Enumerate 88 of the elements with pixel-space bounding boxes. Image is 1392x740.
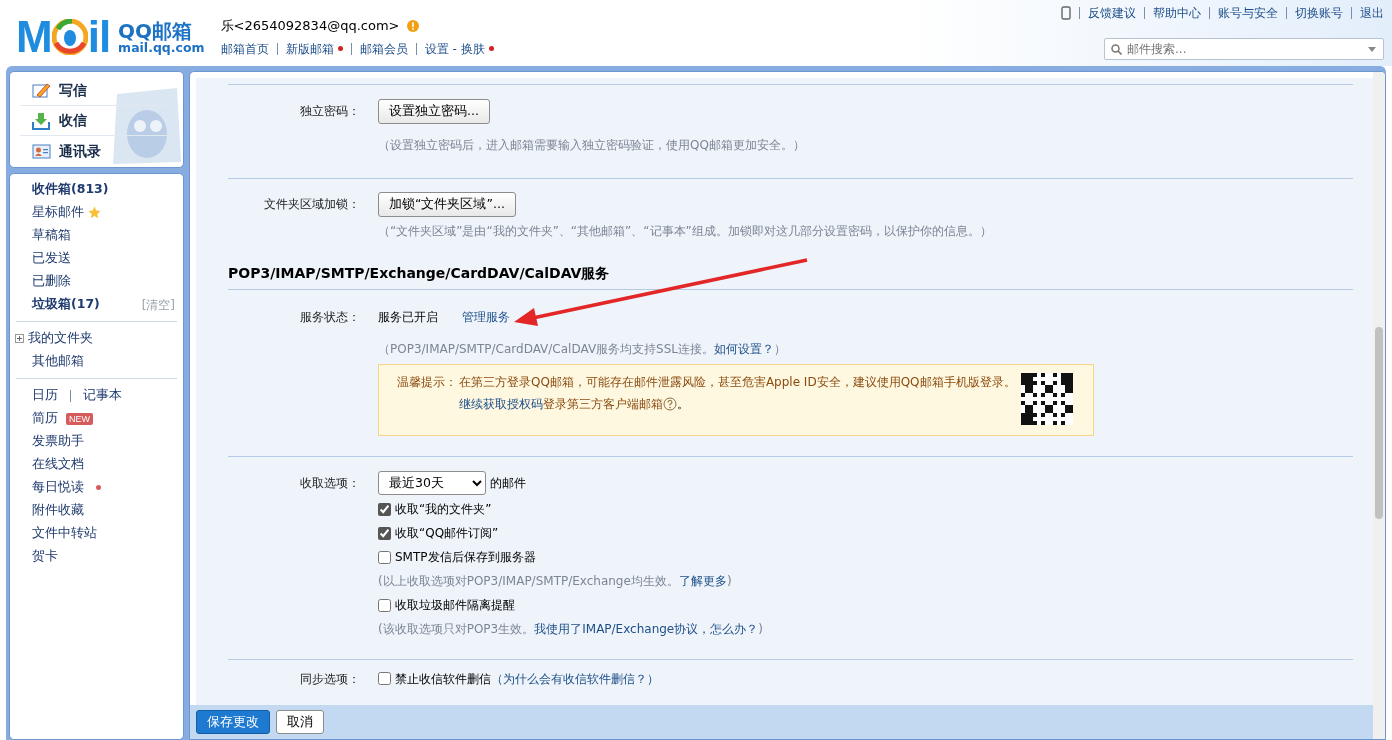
hint-text: (该收取选项只对POP3生效。我使用了IMAP/Exchange协议，怎么办？) xyxy=(378,621,763,638)
period-select[interactable]: 最近30天 xyxy=(378,470,486,495)
folder-link[interactable]: 附件收藏 xyxy=(32,501,84,520)
help-icon[interactable] xyxy=(663,396,677,411)
cancel-button[interactable]: 取消 xyxy=(276,709,324,735)
sidebar-action[interactable]: 收信 xyxy=(20,106,173,136)
field-label: 独立密码： xyxy=(299,103,361,121)
top-link[interactable]: 反馈建议 xyxy=(1088,4,1136,22)
checkbox[interactable] xyxy=(378,672,391,685)
folder-link[interactable]: 文件中转站 xyxy=(32,524,97,543)
folder-link[interactable]: 星标邮件 xyxy=(32,203,84,222)
nav-link[interactable]: 设置 - 换肤 xyxy=(424,39,485,58)
logo-letter: M xyxy=(16,15,52,59)
lock-folder-button[interactable]: 加锁“文件夹区域”... xyxy=(378,191,516,217)
checkbox[interactable] xyxy=(378,502,391,516)
folder-link[interactable]: 贺卡 xyxy=(32,547,58,566)
field-label: 服务状态： xyxy=(299,308,361,326)
tip-text: 。 xyxy=(677,395,689,413)
checkbox-label: 收取“QQ邮件订阅” xyxy=(395,525,499,542)
contacts-icon xyxy=(32,142,51,160)
folder-link[interactable]: 已发送 xyxy=(32,249,71,268)
dropdown-caret-icon[interactable] xyxy=(1368,47,1376,52)
checkbox-label: SMTP发信后保存到服务器 xyxy=(395,549,536,566)
nav-link[interactable]: 邮箱会员 xyxy=(359,39,408,58)
hint-text: （POP3/IMAP/SMTP/CardDAV/CalDAV服务均支持SSL连接。如何设置？） xyxy=(378,340,787,358)
hint-text: (以上收取选项对POP3/IMAP/SMTP/Exchange均生效。了解更多) xyxy=(378,573,732,590)
logo-letter: il xyxy=(87,15,111,59)
auth-code-link[interactable]: 继续获取授权码 xyxy=(459,394,543,413)
select-suffix: 的邮件 xyxy=(490,474,526,492)
tip-text: 在第三方登录QQ邮箱，可能存在邮件泄露风险，甚至危害Apple ID安全，建议使用QQ邮箱手机版登录。 xyxy=(459,373,1017,391)
folder-link[interactable]: 垃圾箱(17) xyxy=(32,295,100,314)
help-link[interactable]: （为什么会有收信软件删信？） xyxy=(491,669,659,688)
top-link[interactable]: 帮助中心 xyxy=(1153,4,1201,22)
hint-text: （“文件夹区域”是由“我的文件夹”、“其他邮箱”、“记事本”组成。加锁即对这几部分设置密码，以保护你的信息。） xyxy=(378,222,992,240)
checkbox[interactable] xyxy=(378,598,391,612)
sidebar-action[interactable]: 通讯录 xyxy=(20,136,173,166)
notification-dot xyxy=(96,485,101,490)
folder-link[interactable]: 我的文件夹 xyxy=(28,329,93,348)
checkbox[interactable] xyxy=(378,526,391,540)
folder-link[interactable]: 收件箱(813) xyxy=(32,180,109,199)
folder-link[interactable]: 记事本 xyxy=(83,386,122,405)
manage-service-link[interactable]: 管理服务 xyxy=(462,307,510,326)
tip-text: 登录第三方客户端邮箱 xyxy=(543,395,663,413)
folder-link[interactable]: 发票助手 xyxy=(32,432,84,451)
phone-icon[interactable] xyxy=(1061,6,1071,20)
sidebar-action[interactable]: 写信 xyxy=(20,76,173,106)
compose-icon xyxy=(32,81,51,100)
folder-link[interactable]: 草稿箱 xyxy=(32,226,71,245)
top-link[interactable]: 账号与安全 xyxy=(1218,4,1278,22)
field-label: 收取选项： xyxy=(299,474,361,492)
field-label: 文件夹区域加锁： xyxy=(263,196,361,214)
user-account: 乐<2654092834@qq.com> xyxy=(220,17,400,35)
receive-icon xyxy=(32,111,51,130)
domain-text: mail.qq.com xyxy=(118,41,205,55)
folder-link[interactable]: 日历 xyxy=(32,386,58,405)
scrollbar[interactable] xyxy=(1373,72,1385,739)
nav-link[interactable]: 邮箱首页 xyxy=(220,39,269,58)
folder-link[interactable]: 简历 xyxy=(32,409,58,428)
search-field[interactable]: 邮件搜索... xyxy=(1104,38,1384,60)
field-label: 同步选项： xyxy=(299,670,361,688)
checkbox-label: 收取“我的文件夹” xyxy=(395,501,492,518)
top-link[interactable]: 切换账号 xyxy=(1295,4,1343,22)
save-button[interactable]: 保存更改 xyxy=(196,709,270,735)
nav-link[interactable]: 新版邮箱 xyxy=(285,39,334,58)
tip-label: 温馨提示： xyxy=(396,373,458,391)
warning-icon xyxy=(407,19,420,32)
expand-icon[interactable] xyxy=(15,334,24,343)
checkbox-label: 禁止收信软件删信 xyxy=(395,670,491,688)
qr-code-icon xyxy=(1021,372,1073,425)
checkbox[interactable] xyxy=(378,550,391,564)
search-icon xyxy=(1111,44,1122,55)
section-heading: POP3/IMAP/SMTP/Exchange/CardDAV/CalDAV服务 xyxy=(228,263,611,283)
new-badge: NEW xyxy=(66,412,93,425)
help-link[interactable]: 了解更多 xyxy=(678,574,727,588)
set-password-button[interactable]: 设置独立密码... xyxy=(378,99,490,124)
service-status: 服务已开启 xyxy=(378,308,438,326)
folder-link[interactable]: 每日悦读 xyxy=(32,478,84,497)
logo-penguin-icon xyxy=(51,19,88,55)
folder-link[interactable]: 已删除 xyxy=(32,272,71,291)
hint-text: （设置独立密码后，进入邮箱需要输入独立密码验证，使用QQ邮箱更加安全。） xyxy=(378,136,805,154)
folder-link[interactable]: 其他邮箱 xyxy=(32,352,84,371)
star-icon xyxy=(88,206,101,219)
folder-link[interactable]: 在线文档 xyxy=(32,455,84,474)
top-link[interactable]: 退出 xyxy=(1360,4,1384,22)
help-link[interactable]: 我使用了IMAP/Exchange协议，怎么办？ xyxy=(534,622,759,636)
brand-name: QQ邮箱 xyxy=(118,19,193,42)
help-link[interactable]: 如何设置？ xyxy=(714,341,775,356)
checkbox-label: 收取垃圾邮件隔离提醒 xyxy=(395,597,515,614)
